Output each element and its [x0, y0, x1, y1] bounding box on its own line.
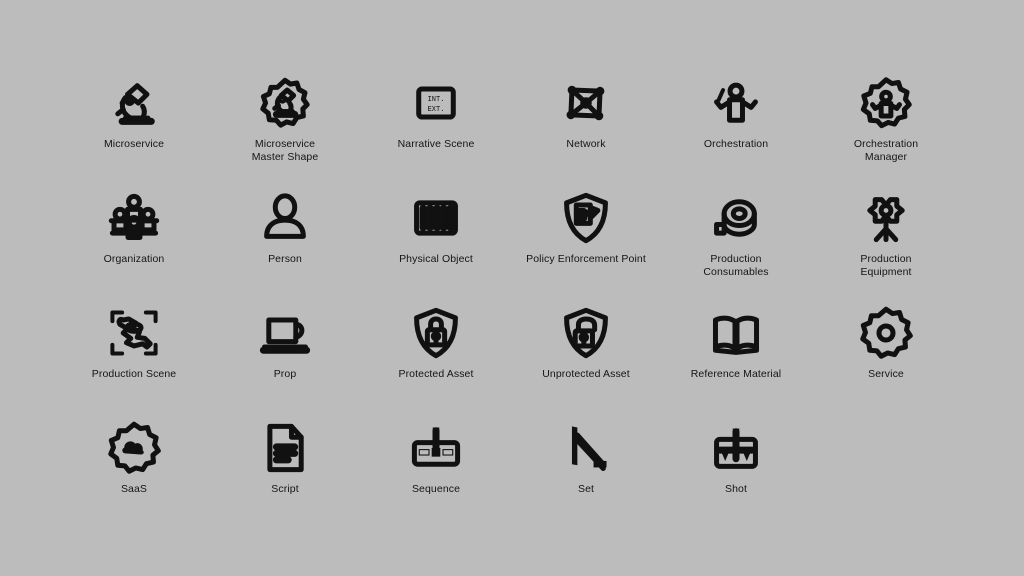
network-nodes-icon[interactable] [559, 76, 613, 130]
icon-label: Set [577, 483, 595, 495]
icon-label: Service [868, 368, 904, 380]
icon-label: Production Equipment [860, 253, 912, 278]
icon-cell-script[interactable]: Script [215, 421, 355, 496]
icon-label: Prop [273, 368, 297, 380]
icon-cell-set[interactable]: Set [516, 421, 656, 496]
icon-cell-protected-asset[interactable]: Protected Asset [366, 306, 506, 381]
scene-crop-brackets-icon[interactable] [107, 306, 161, 360]
icon-cell-microservice-master-shape[interactable]: Microservice Master Shape [215, 76, 355, 164]
sequence-strip-icon[interactable] [409, 421, 463, 475]
icon-label: SaaS [120, 483, 148, 495]
icon-label: Sequence [411, 483, 461, 495]
icon-cell-production-scene[interactable]: Production Scene [64, 306, 204, 381]
icon-cell-unprotected-asset[interactable]: Unprotected Asset [516, 306, 656, 381]
icon-cell-shot[interactable]: Shot [666, 421, 806, 496]
person-icon[interactable] [258, 191, 312, 245]
set-wall-brace-icon[interactable] [559, 421, 613, 475]
icon-label: Unprotected Asset [542, 368, 630, 380]
microscope-icon[interactable] [107, 76, 161, 130]
people-group-icon[interactable] [107, 191, 161, 245]
icon-cell-orchestration-manager[interactable]: Orchestration Manager [816, 76, 956, 164]
icon-label: Production Scene [91, 368, 177, 380]
icon-cell-microservice[interactable]: Microservice [64, 76, 204, 151]
icon-label: Protected Asset [398, 368, 474, 380]
icon-label: Production Consumables [703, 253, 769, 278]
studio-light-tripod-icon[interactable] [859, 191, 913, 245]
int-ext-slate-icon[interactable]: INT. EXT. [409, 76, 463, 130]
shot-frame-icon[interactable] [709, 421, 763, 475]
icon-label: Policy Enforcement Point [526, 253, 646, 265]
open-book-icon[interactable] [709, 306, 763, 360]
icon-cell-service[interactable]: Service [816, 306, 956, 381]
icon-label: Microservice Master Shape [251, 138, 319, 163]
icon-label: Organization [103, 253, 165, 265]
icon-label: Script [271, 483, 299, 495]
icon-label: Person [268, 253, 302, 265]
icon-cell-orchestration[interactable]: Orchestration [666, 76, 806, 151]
document-lines-icon[interactable] [258, 421, 312, 475]
icon-cell-reference-material[interactable]: Reference Material [666, 306, 806, 381]
shield-closed-padlock-icon[interactable] [409, 306, 463, 360]
icon-cell-production-consumables[interactable]: Production Consumables [666, 191, 806, 279]
icon-label: Narrative Scene [397, 138, 475, 150]
icon-label: Physical Object [399, 253, 473, 265]
gear-icon[interactable] [859, 306, 913, 360]
icon-cell-saas[interactable]: SaaS [64, 421, 204, 496]
icon-cell-sequence[interactable]: Sequence [366, 421, 506, 496]
icon-cell-organization[interactable]: Organization [64, 191, 204, 266]
slate-text-line-1: INT. [428, 96, 445, 104]
coffee-mug-icon[interactable] [258, 306, 312, 360]
icon-cell-physical-object[interactable]: Physical Object [366, 191, 506, 266]
conductor-icon[interactable] [709, 76, 763, 130]
icon-label: Network [566, 138, 606, 150]
icon-cell-prop[interactable]: Prop [215, 306, 355, 381]
shield-policy-document-icon[interactable] [559, 191, 613, 245]
icon-cell-network[interactable]: Network [516, 76, 656, 151]
icon-label: Shot [725, 483, 747, 495]
gear-cloud-icon[interactable] [107, 421, 161, 475]
barcode-icon[interactable] [409, 191, 463, 245]
gear-conductor-icon[interactable] [859, 76, 913, 130]
slate-text-line-2: EXT. [428, 106, 445, 114]
icon-cell-narrative-scene[interactable]: INT. EXT. Narrative Scene [366, 76, 506, 151]
icon-label: Orchestration Manager [853, 138, 919, 163]
tape-roll-icon[interactable] [709, 191, 763, 245]
shield-open-padlock-icon[interactable] [559, 306, 613, 360]
icon-cell-person[interactable]: Person [215, 191, 355, 266]
icon-stencil-sheet: Microservice Microservice Master Shape I… [0, 0, 1024, 576]
icon-label: Reference Material [690, 368, 782, 380]
icon-cell-production-equipment[interactable]: Production Equipment [816, 191, 956, 279]
icon-label: Microservice [103, 138, 165, 150]
icon-cell-policy-enforcement-point[interactable]: Policy Enforcement Point [516, 191, 656, 266]
icon-label: Orchestration [703, 138, 769, 150]
gear-microscope-icon[interactable] [258, 76, 312, 130]
